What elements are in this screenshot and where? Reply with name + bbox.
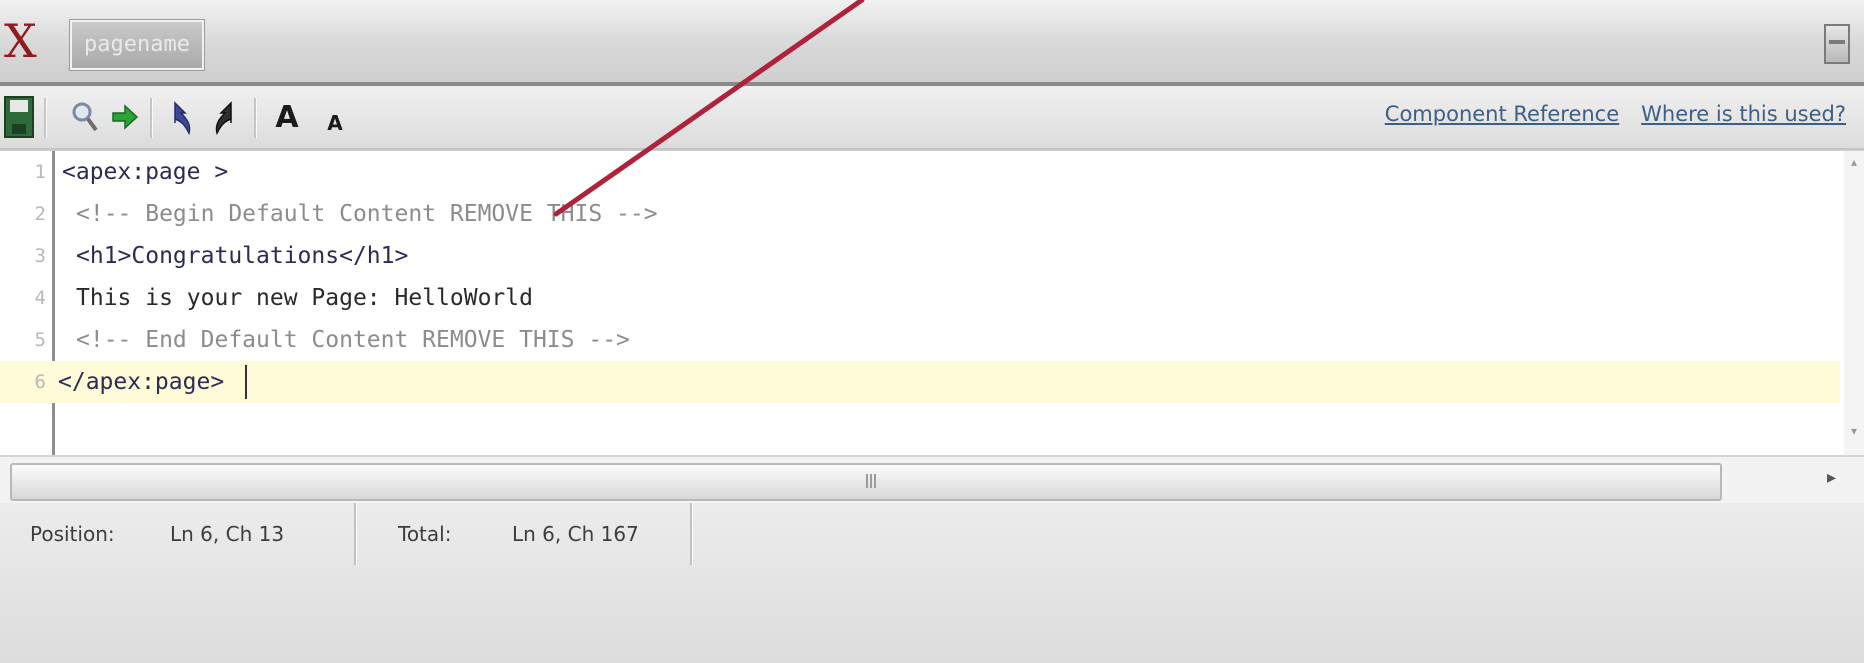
scroll-right-icon[interactable]: ▸ — [1827, 467, 1836, 488]
vertical-scrollbar[interactable]: ▴ ▾ — [1844, 151, 1864, 456]
status-separator — [690, 503, 693, 565]
toolbar-separator — [254, 98, 257, 138]
page-name-field[interactable]: pagename — [70, 20, 204, 70]
scroll-up-icon[interactable]: ▴ — [1848, 155, 1860, 169]
code-line[interactable]: 5 <!-- End Default Content REMOVE THIS -… — [0, 319, 1840, 361]
redo-button[interactable] — [206, 96, 240, 138]
green-arrow-right-icon — [112, 104, 139, 130]
font-smaller-button[interactable]: A — [318, 102, 352, 144]
go-to-line-button[interactable] — [108, 96, 142, 138]
undo-button[interactable] — [166, 96, 200, 138]
save-icon — [4, 96, 34, 138]
find-button[interactable] — [68, 96, 102, 138]
search-icon — [72, 102, 98, 132]
code-text: <!-- Begin Default Content REMOVE THIS -… — [76, 201, 658, 227]
total-label: Total: — [398, 522, 452, 546]
component-reference-link[interactable]: Component Reference — [1385, 102, 1619, 126]
horizontal-scrollbar[interactable]: ▸ — [0, 455, 1864, 507]
text-caret — [245, 365, 247, 399]
code-text: This is your new Page: HelloWorld — [76, 285, 533, 311]
status-separator — [354, 503, 357, 565]
toolbar-separator — [44, 98, 47, 138]
position-value: Ln 6, Ch 13 — [170, 522, 285, 546]
status-bar: Position: Ln 6, Ch 13 Total: Ln 6, Ch 16… — [0, 503, 1864, 663]
toolbar-separator — [150, 98, 153, 138]
editor-toolbar: A A Component Reference Where is this us… — [0, 86, 1864, 150]
total-value: Ln 6, Ch 167 — [512, 522, 639, 546]
where-is-this-used-link[interactable]: Where is this used? — [1641, 102, 1846, 126]
close-icon[interactable]: X — [4, 18, 37, 64]
line-number: 3 — [34, 245, 46, 267]
save-button[interactable] — [2, 96, 36, 138]
code-text: <!-- End Default Content REMOVE THIS --> — [76, 327, 630, 353]
scroll-down-icon[interactable]: ▾ — [1848, 424, 1860, 438]
editor-title-bar: X pagename — [0, 0, 1864, 86]
code-text: <apex:page > — [62, 159, 229, 185]
code-text: </apex:page> — [58, 369, 225, 395]
scroll-grip-icon — [866, 474, 878, 488]
code-line[interactable]: 3 <h1>Congratulations</h1> — [0, 235, 1840, 277]
document-icon[interactable] — [1824, 24, 1850, 64]
redo-icon — [215, 101, 232, 135]
undo-icon — [174, 101, 191, 135]
line-number: 2 — [34, 203, 46, 225]
line-number: 6 — [34, 371, 46, 393]
code-line[interactable]: 1 <apex:page > — [0, 151, 1840, 193]
code-text: <h1>Congratulations</h1> — [76, 243, 409, 269]
code-line[interactable]: 4 This is your new Page: HelloWorld — [0, 277, 1840, 319]
line-number: 4 — [34, 287, 46, 309]
font-larger-button[interactable]: A — [270, 96, 304, 138]
code-line-current[interactable]: 6 </apex:page> — [0, 361, 1840, 403]
position-label: Position: — [30, 522, 115, 546]
toolbar-links: Component Reference Where is this used? — [1385, 102, 1846, 126]
code-editor[interactable]: 1 <apex:page > 2 <!-- Begin Default Cont… — [0, 150, 1864, 456]
line-number: 5 — [34, 329, 46, 351]
code-line[interactable]: 2 <!-- Begin Default Content REMOVE THIS… — [0, 193, 1840, 235]
horizontal-scroll-thumb[interactable] — [10, 463, 1722, 501]
line-number: 1 — [34, 161, 46, 183]
